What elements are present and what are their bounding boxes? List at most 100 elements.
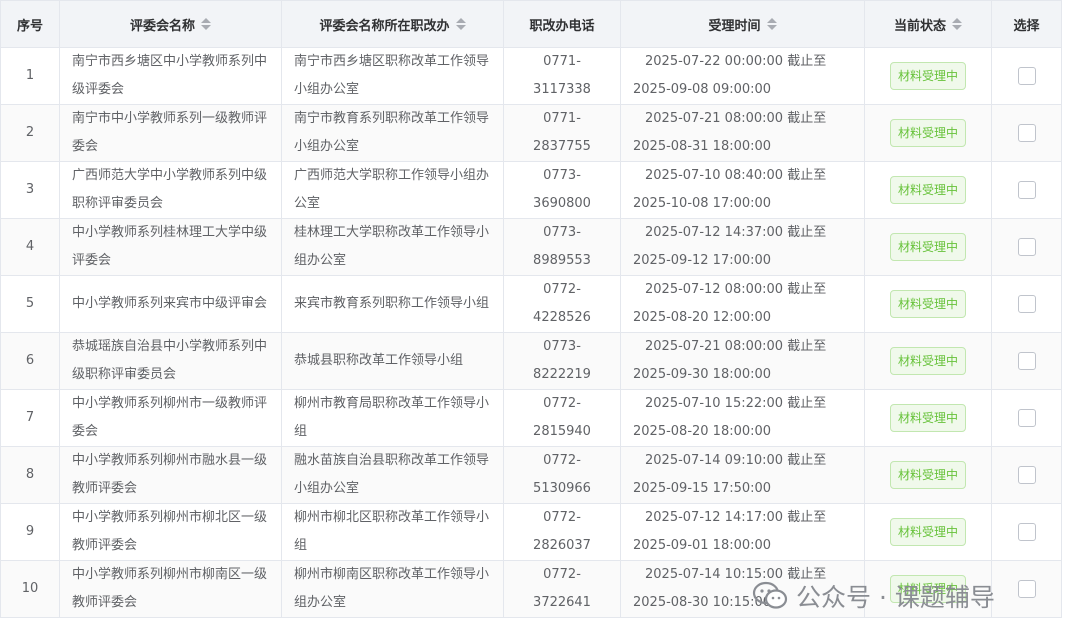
row-index: 3 [0,161,60,219]
select-cell [991,389,1062,447]
status-badge: 材料受理中 [889,460,966,489]
status-cell: 材料受理中 [864,503,992,561]
acceptance-time: 2025-07-12 14:37:00 截止至 2025-09-12 17:00… [620,218,865,276]
row-checkbox[interactable] [1017,180,1036,199]
acceptance-time-text: 2025-07-22 00:00:00 截止至 2025-09-08 09:00… [633,54,827,97]
row-index: 4 [0,218,60,276]
office-phone: 0773-8222219 [503,332,621,390]
office-name: 融水苗族自治县职称改革工作领导小组办公室 [281,446,504,504]
row-checkbox[interactable] [1017,237,1036,256]
sort-caret-icon[interactable] [952,18,962,30]
row-checkbox[interactable] [1017,579,1036,598]
table-row[interactable]: 2 南宁市中小学教师系列一级教师评委会 南宁市教育系列职称改革工作领导小组办公室… [0,104,1062,162]
select-cell [991,275,1062,333]
status-cell: 材料受理中 [864,47,992,105]
office-phone: 0771-2837755 [503,104,621,162]
office-phone: 0772-2826037 [503,503,621,561]
acceptance-time: 2025-07-12 14:17:00 截止至 2025-09-01 18:00… [620,503,865,561]
row-checkbox[interactable] [1017,351,1036,370]
select-cell [991,47,1062,105]
header-index: 序号 [0,0,60,48]
office-phone: 0772-2815940 [503,389,621,447]
row-checkbox[interactable] [1017,123,1036,142]
status-badge: 材料受理中 [889,61,966,90]
office-name: 柳州市柳北区职称改革工作领导小组 [281,503,504,561]
row-index: 7 [0,389,60,447]
acceptance-time: 2025-07-21 08:00:00 截止至 2025-09-30 18:00… [620,332,865,390]
table-row[interactable]: 8 中小学教师系列柳州市融水县一级教师评委会 融水苗族自治县职称改革工作领导小组… [0,446,1062,504]
status-badge: 材料受理中 [889,232,966,261]
sort-caret-icon[interactable] [766,18,777,30]
status-cell: 材料受理中 [864,275,992,333]
sort-caret-icon[interactable] [455,18,466,30]
office-name: 来宾市教育系列职称工作领导小组 [281,275,504,333]
row-checkbox[interactable] [1017,66,1036,85]
row-index: 8 [0,446,60,504]
status-badge: 材料受理中 [889,289,966,318]
committee-name: 恭城瑶族自治县中小学教师系列中级职称评审委员会 [59,332,282,390]
select-cell [991,560,1062,618]
office-phone: 0773-3690800 [503,161,621,219]
office-name: 广西师范大学职称工作领导小组办公室 [281,161,504,219]
office-name: 柳州市教育局职称改革工作领导小组 [281,389,504,447]
committee-name: 中小学教师系列桂林理工大学中级评委会 [59,218,282,276]
select-cell [991,161,1062,219]
select-cell [991,446,1062,504]
status-cell: 材料受理中 [864,389,992,447]
office-name: 恭城县职称改革工作领导小组 [281,332,504,390]
header-status[interactable]: 当前状态 [864,0,992,48]
header-time[interactable]: 受理时间 [620,0,865,48]
row-checkbox[interactable] [1017,408,1036,427]
acceptance-time: 2025-07-22 00:00:00 截止至 2025-09-08 09:00… [620,47,865,105]
status-badge: 材料受理中 [889,517,966,546]
acceptance-time-text: 2025-07-14 09:10:00 截止至 2025-09-15 17:50… [633,453,827,496]
office-name: 南宁市教育系列职称改革工作领导小组办公室 [281,104,504,162]
status-cell: 材料受理中 [864,332,992,390]
acceptance-time: 2025-07-21 08:00:00 截止至 2025-08-31 18:00… [620,104,865,162]
table-row[interactable]: 4 中小学教师系列桂林理工大学中级评委会 桂林理工大学职称改革工作领导小组办公室… [0,218,1062,276]
status-badge: 材料受理中 [889,118,966,147]
acceptance-time-text: 2025-07-10 08:40:00 截止至 2025-10-08 17:00… [633,168,827,211]
row-index: 2 [0,104,60,162]
status-badge: 材料受理中 [889,346,966,375]
row-index: 9 [0,503,60,561]
header-select: 选择 [991,0,1062,48]
select-cell [991,104,1062,162]
acceptance-time: 2025-07-10 08:40:00 截止至 2025-10-08 17:00… [620,161,865,219]
select-cell [991,503,1062,561]
status-cell: 材料受理中 [864,104,992,162]
acceptance-time: 2025-07-14 09:10:00 截止至 2025-09-15 17:50… [620,446,865,504]
header-name[interactable]: 评委会名称 [59,0,282,48]
office-name: 南宁市西乡塘区职称改革工作领导小组办公室 [281,47,504,105]
office-phone: 0773-8989553 [503,218,621,276]
status-cell: 材料受理中 [864,218,992,276]
row-checkbox[interactable] [1017,294,1036,313]
table-row[interactable]: 5 中小学教师系列来宾市中级评审会 来宾市教育系列职称工作领导小组 0772-4… [0,275,1062,333]
row-index: 6 [0,332,60,390]
acceptance-time-text: 2025-07-12 14:17:00 截止至 2025-09-01 18:00… [633,510,827,553]
header-office[interactable]: 评委会名称所在职改办 [281,0,504,48]
sort-caret-icon[interactable] [201,18,211,30]
status-badge: 材料受理中 [889,403,966,432]
committee-name: 广西师范大学中小学教师系列中级职称评审委员会 [59,161,282,219]
status-cell: 材料受理中 [864,446,992,504]
table-row[interactable]: 3 广西师范大学中小学教师系列中级职称评审委员会 广西师范大学职称工作领导小组办… [0,161,1062,219]
committee-name: 南宁市中小学教师系列一级教师评委会 [59,104,282,162]
table-row[interactable]: 7 中小学教师系列柳州市一级教师评委会 柳州市教育局职称改革工作领导小组 077… [0,389,1062,447]
row-index: 1 [0,47,60,105]
acceptance-time: 2025-07-10 15:22:00 截止至 2025-08-20 18:00… [620,389,865,447]
acceptance-time: 2025-07-12 08:00:00 截止至 2025-08-20 12:00… [620,275,865,333]
office-phone: 0771-3117338 [503,47,621,105]
committee-name: 中小学教师系列柳州市一级教师评委会 [59,389,282,447]
office-phone: 0772-5130966 [503,446,621,504]
row-checkbox[interactable] [1017,522,1036,541]
table-row[interactable]: 6 恭城瑶族自治县中小学教师系列中级职称评审委员会 恭城县职称改革工作领导小组 … [0,332,1062,390]
acceptance-time-text: 2025-07-12 08:00:00 截止至 2025-08-20 12:00… [633,282,827,325]
acceptance-time-text: 2025-07-21 08:00:00 截止至 2025-08-31 18:00… [633,111,827,154]
table-row[interactable]: 1 南宁市西乡塘区中小学教师系列中级评委会 南宁市西乡塘区职称改革工作领导小组办… [0,47,1062,105]
committee-name: 中小学教师系列柳州市柳南区一级教师评委会 [59,560,282,618]
table-row[interactable]: 9 中小学教师系列柳州市柳北区一级教师评委会 柳州市柳北区职称改革工作领导小组 … [0,503,1062,561]
office-name: 桂林理工大学职称改革工作领导小组办公室 [281,218,504,276]
row-checkbox[interactable] [1017,465,1036,484]
committee-table: 序号 评委会名称 评委会名称所在职改办 职改办电话 受理时间 当前状态 选择 1 [0,0,1062,618]
